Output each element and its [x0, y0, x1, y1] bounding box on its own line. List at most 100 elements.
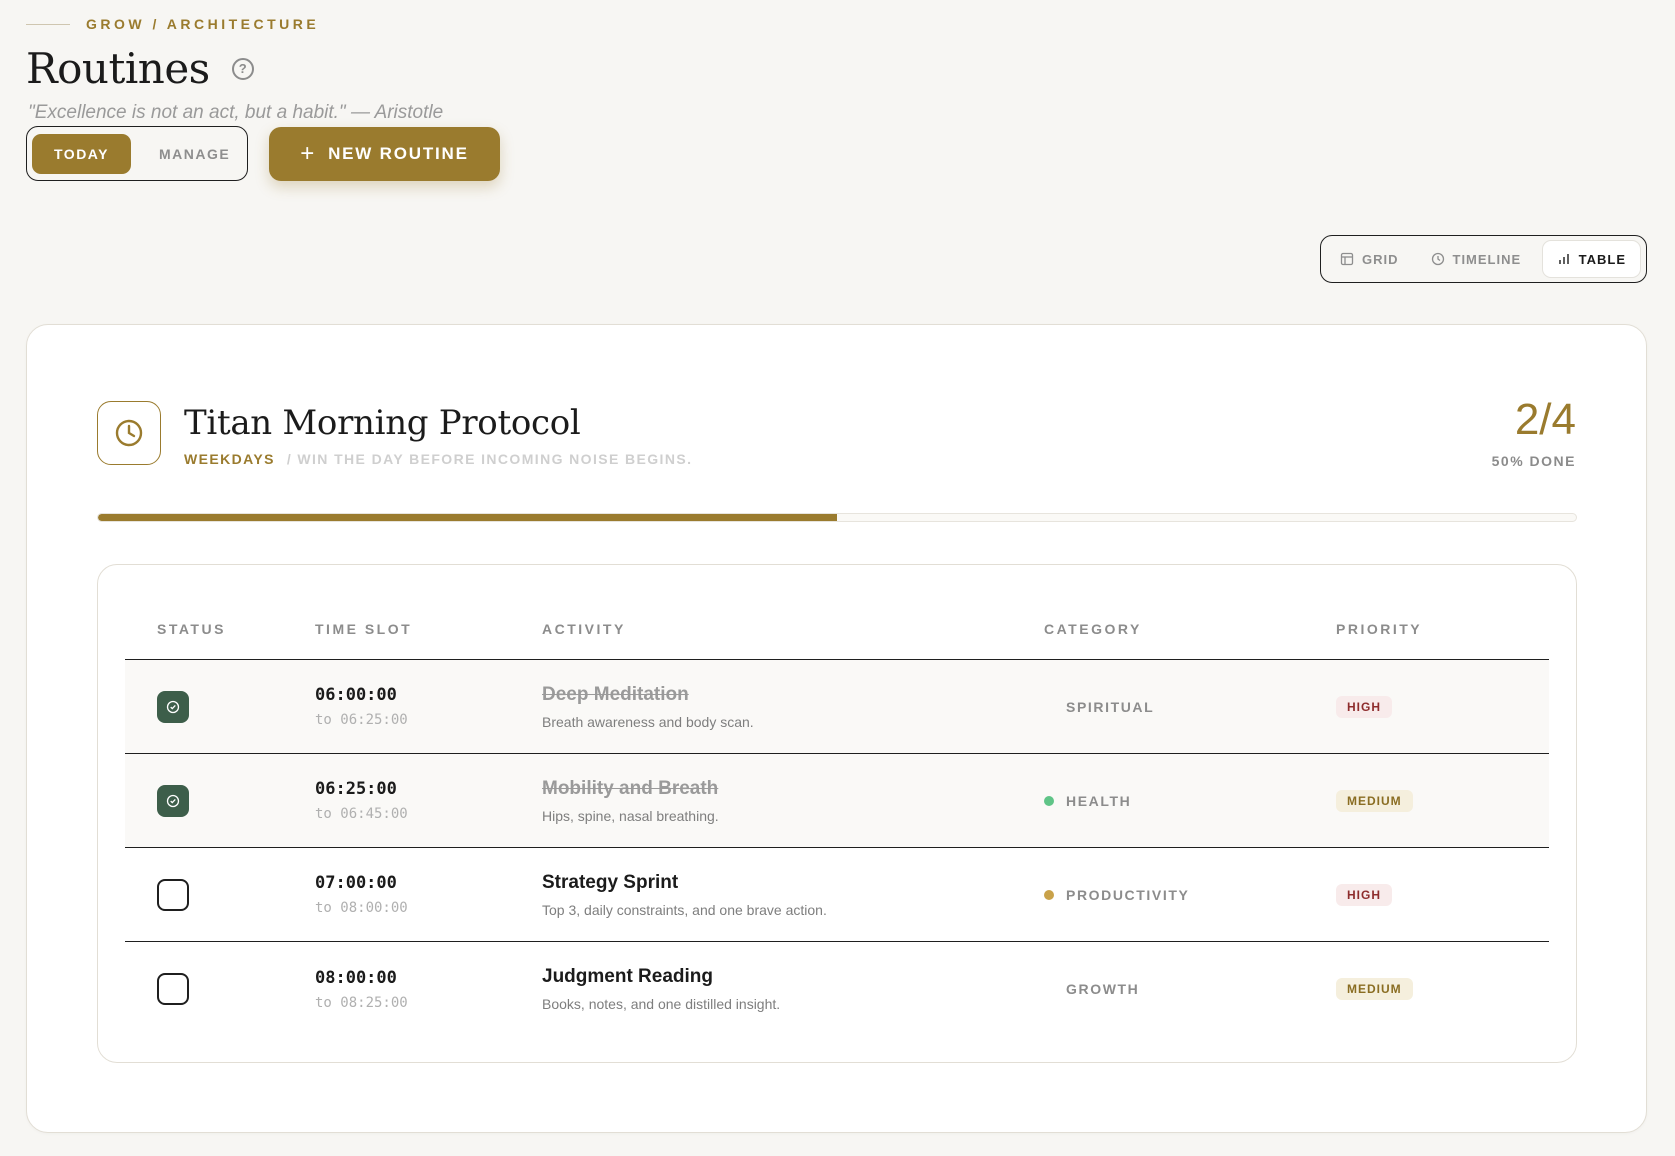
priority-badge: HIGH: [1336, 695, 1392, 718]
view-table-label: TABLE: [1578, 251, 1626, 267]
category-label: PRODUCTIVITY: [1066, 886, 1190, 903]
activity-title: Strategy Sprint: [542, 871, 679, 893]
activity-cell: Strategy Sprint Top 3, daily constraints,…: [542, 872, 1044, 918]
table-body: 06:00:00 to 06:25:00 Deep Meditation Breath…: [125, 660, 1549, 1036]
table-row[interactable]: 08:00:00 to 08:25:00 Judgment Reading Books…: [125, 942, 1549, 1036]
status-cell: [125, 784, 315, 817]
routine-score: 2/4: [1514, 395, 1576, 444]
category-cell: PRODUCTIVITY: [1044, 887, 1336, 903]
priority-badge: HIGH: [1336, 883, 1392, 906]
routine-tagline: / WIN THE DAY BEFORE INCOMING NOISE BEGI…: [286, 451, 693, 467]
priority-badge: MEDIUM: [1336, 978, 1413, 1000]
table-row[interactable]: 06:00:00 to 06:25:00 Deep Meditation Breath…: [125, 660, 1549, 754]
check-circle-icon[interactable]: [157, 784, 189, 817]
activity-desc: Hips, spine, nasal breathing.: [542, 807, 719, 824]
view-switch: GRID TIMELINE TABLE: [1320, 235, 1647, 283]
view-grid-button[interactable]: GRID: [1326, 240, 1413, 278]
breadcrumb-divider: [26, 23, 70, 25]
empty-checkbox-icon[interactable]: [157, 878, 189, 911]
time-end: to 06:25:00: [315, 712, 408, 728]
time-start: 06:00:00: [315, 685, 397, 705]
view-timeline-label: TIMELINE: [1452, 251, 1522, 267]
category-dot: [1044, 889, 1054, 900]
routine-meta: WEEKDAYS / WIN THE DAY BEFORE INCOMING N…: [184, 451, 692, 467]
view-timeline-button[interactable]: TIMELINE: [1417, 240, 1536, 278]
routine-card: Titan Morning Protocol WEEKDAYS / WIN TH…: [26, 324, 1647, 1133]
help-icon[interactable]: ?: [231, 57, 254, 80]
category-dot: [1044, 984, 1054, 994]
category-label: HEALTH: [1066, 792, 1132, 809]
category-tag: HEALTH: [1044, 793, 1336, 809]
page-title: Routines: [26, 44, 210, 93]
category-cell: SPIRITUAL: [1044, 699, 1336, 715]
activity-desc: Top 3, daily constraints, and one brave …: [542, 901, 827, 918]
view-table-button[interactable]: TABLE: [1541, 240, 1641, 278]
clock-icon: [1431, 252, 1444, 266]
status-cell: [125, 878, 315, 911]
activity-title: Judgment Reading: [542, 966, 714, 987]
routine-table: STATUS TIME SLOT ACTIVITY CATEGORY PRIOR…: [97, 564, 1577, 1063]
category-dot: [1044, 795, 1054, 806]
priority-cell: MEDIUM: [1336, 978, 1549, 1000]
view-grid-label: GRID: [1362, 251, 1399, 267]
empty-checkbox-icon[interactable]: [157, 973, 189, 1005]
category-tag: SPIRITUAL: [1044, 699, 1336, 715]
mode-manage-button[interactable]: MANAGE: [137, 134, 252, 174]
title-row: Routines ?: [26, 44, 254, 93]
page-quote: "Excellence is not an act, but a habit."…: [28, 102, 444, 123]
check-circle-icon[interactable]: [157, 690, 189, 723]
new-routine-label: NEW ROUTINE: [328, 144, 469, 163]
new-routine-button[interactable]: + NEW ROUTINE: [269, 127, 500, 181]
status-cell: [125, 690, 315, 723]
time-start: 08:00:00: [315, 967, 397, 988]
header-status: STATUS: [157, 621, 226, 637]
table-row[interactable]: 07:00:00 to 08:00:00 Strategy Sprint Top 3,…: [125, 848, 1549, 942]
activity-title: Deep Meditation: [542, 683, 689, 705]
activity-desc: Books, notes, and one distilled insight.: [542, 996, 781, 1012]
category-tag: PRODUCTIVITY: [1044, 887, 1336, 903]
time-cell: 06:25:00 to 06:45:00: [315, 779, 542, 822]
header-category: CATEGORY: [1044, 621, 1142, 637]
category-label: GROWTH: [1066, 981, 1140, 997]
priority-cell: HIGH: [1336, 695, 1549, 718]
time-cell: 08:00:00 to 08:25:00: [315, 968, 542, 1011]
routine-percent-label: 50% DONE: [1491, 453, 1576, 469]
routine-clock-icon: [97, 401, 161, 465]
mode-today-button[interactable]: TODAY: [32, 133, 131, 174]
category-cell: HEALTH: [1044, 793, 1336, 809]
time-start: 07:00:00: [315, 873, 397, 893]
grid-icon: [1340, 252, 1354, 266]
status-cell: [125, 973, 315, 1005]
header-activity: ACTIVITY: [542, 621, 626, 637]
time-cell: 07:00:00 to 08:00:00: [315, 873, 542, 916]
routine-progress-fill: [98, 514, 837, 521]
routine-schedule: WEEKDAYS: [184, 451, 275, 467]
routine-title: Titan Morning Protocol: [184, 403, 581, 443]
category-label: SPIRITUAL: [1066, 698, 1155, 715]
breadcrumb-text: GROW / ARCHITECTURE: [86, 16, 320, 32]
mode-toggle: TODAY MANAGE: [26, 126, 248, 181]
time-end: to 08:25:00: [315, 994, 408, 1011]
time-start: 06:25:00: [315, 779, 397, 799]
category-dot: [1044, 702, 1054, 712]
table-row[interactable]: 06:25:00 to 06:45:00 Mobility and Breath Hi…: [125, 754, 1549, 848]
priority-cell: HIGH: [1336, 883, 1549, 906]
priority-badge: MEDIUM: [1336, 789, 1413, 812]
routine-progress-bar: [97, 513, 1577, 522]
category-cell: GROWTH: [1044, 981, 1336, 997]
plus-icon: +: [300, 140, 317, 167]
bar-chart-icon: [1558, 254, 1569, 264]
activity-desc: Breath awareness and body scan.: [542, 713, 754, 730]
breadcrumb: GROW / ARCHITECTURE: [26, 16, 319, 32]
activity-cell: Mobility and Breath Hips, spine, nasal br…: [542, 778, 1044, 824]
header-priority: PRIORITY: [1336, 621, 1423, 637]
table-header: STATUS TIME SLOT ACTIVITY CATEGORY PRIOR…: [125, 565, 1549, 660]
time-cell: 06:00:00 to 06:25:00: [315, 685, 542, 728]
activity-cell: Judgment Reading Books, notes, and one di…: [542, 966, 1044, 1012]
time-end: to 06:45:00: [315, 806, 408, 822]
header-time: TIME SLOT: [315, 621, 413, 637]
category-tag: GROWTH: [1044, 981, 1336, 997]
priority-cell: MEDIUM: [1336, 789, 1549, 812]
activity-title: Mobility and Breath: [542, 777, 719, 799]
time-end: to 08:00:00: [315, 900, 408, 916]
